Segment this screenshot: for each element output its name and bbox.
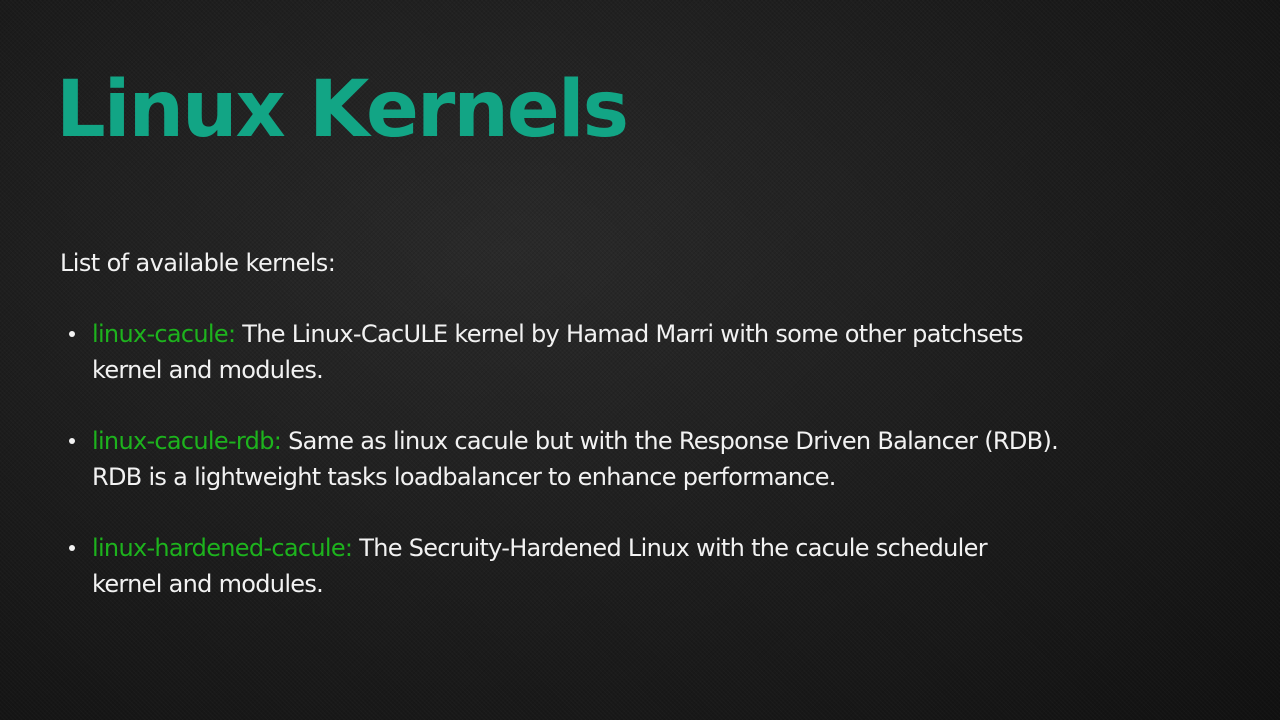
kernel-name: linux-hardened-cacule: xyxy=(92,534,353,562)
list-item: linux-hardened-cacule: The Secruity-Hard… xyxy=(60,530,1060,602)
intro-text: List of available kernels: xyxy=(60,249,336,277)
kernel-name: linux-cacule: xyxy=(92,320,236,348)
list-item: linux-cacule-rdb: Same as linux cacule b… xyxy=(60,423,1060,495)
slide-title: Linux Kernels xyxy=(56,65,629,155)
slide: Linux Kernels List of available kernels:… xyxy=(0,0,1280,720)
bullet-icon xyxy=(69,331,75,337)
bullet-icon xyxy=(69,438,75,444)
list-item: linux-cacule: The Linux-CacULE kernel by… xyxy=(60,316,1060,388)
kernel-name: linux-cacule-rdb: xyxy=(92,427,282,455)
kernel-list: linux-cacule: The Linux-CacULE kernel by… xyxy=(60,316,1060,637)
bullet-icon xyxy=(69,545,75,551)
